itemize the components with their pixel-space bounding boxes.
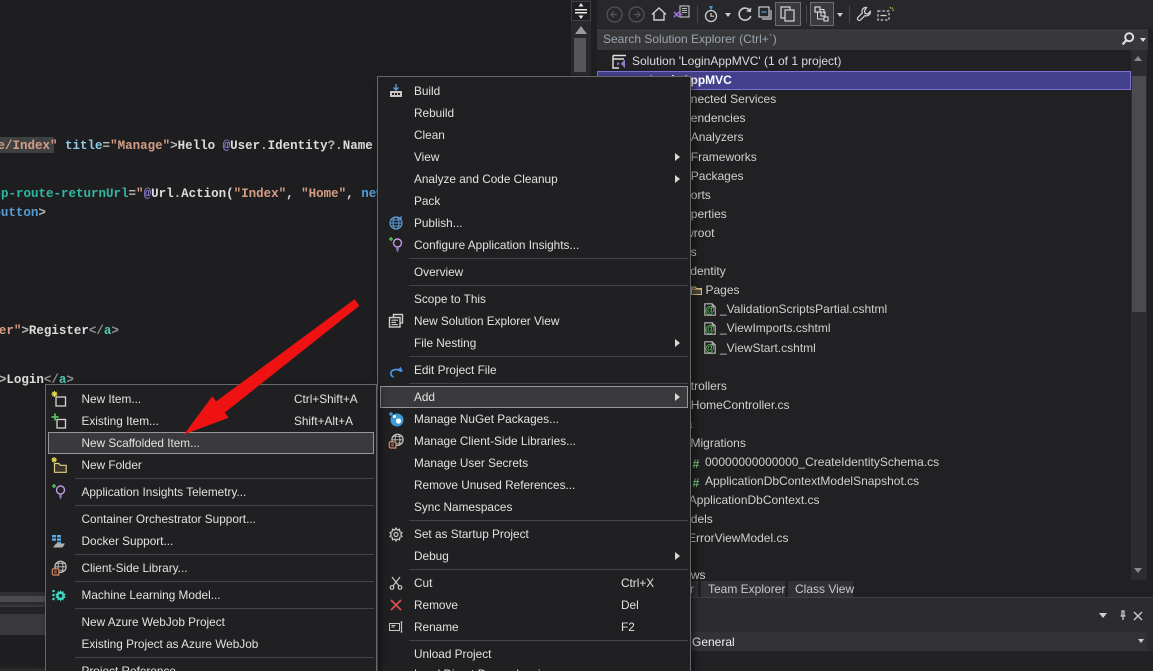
svg-text:@: @: [705, 305, 715, 316]
svg-text:@: @: [705, 343, 715, 354]
svg-text:@: @: [705, 324, 715, 335]
